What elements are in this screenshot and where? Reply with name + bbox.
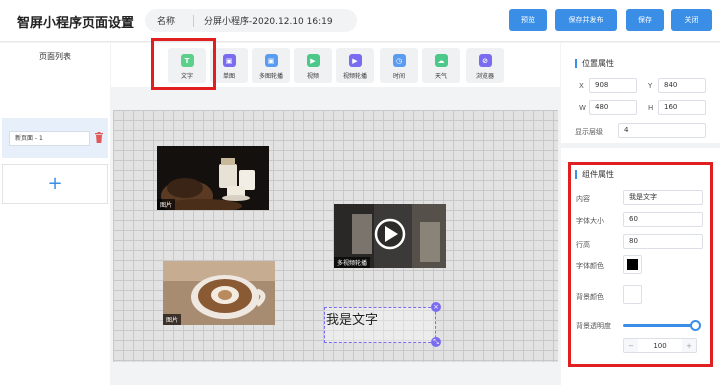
h-label: H xyxy=(648,104,654,112)
page-list-panel: 页面列表 新页面 - 1 + xyxy=(0,43,110,385)
y-label: Y xyxy=(648,82,653,90)
name-divider xyxy=(193,14,194,27)
top-bar: 智屏小程序页面设置 名称 分屏小程序-2020.12.10 16:19 预览 保… xyxy=(0,0,720,42)
video-carousel-icon: ▶ xyxy=(348,54,362,67)
tool-time[interactable]: ◷ 时间 xyxy=(380,48,418,83)
tool-video[interactable]: ▶ 视频 xyxy=(294,48,332,83)
highlight-box-toolbar xyxy=(151,38,216,90)
clock-icon: ◷ xyxy=(392,54,406,67)
image-tag: 图片 xyxy=(163,314,182,325)
x-label: X xyxy=(579,82,584,90)
image-widget[interactable]: 图片 xyxy=(163,261,275,325)
page-list-item[interactable]: 新页面 - 1 xyxy=(2,118,108,158)
save-button[interactable]: 保存 xyxy=(626,9,664,31)
add-page-button[interactable]: + xyxy=(2,164,108,204)
tool-browser[interactable]: ⊘ 浏览器 xyxy=(466,48,504,83)
add-icon: + xyxy=(47,173,63,194)
y-input[interactable]: 840 xyxy=(658,78,706,93)
weather-icon: ☁ xyxy=(434,54,448,67)
tool-label: 时间 xyxy=(392,73,405,80)
h-input[interactable]: 160 xyxy=(658,100,706,115)
x-input[interactable]: 908 xyxy=(589,78,637,93)
tool-video-carousel[interactable]: ▶ 视频轮播 xyxy=(336,48,374,83)
browser-icon: ⊘ xyxy=(478,54,492,67)
tool-label: 天气 xyxy=(434,73,447,80)
layer-label: 显示层级 xyxy=(575,128,603,136)
tool-label: 视频 xyxy=(306,73,319,80)
image-icon: ▣ xyxy=(222,54,236,67)
canvas-area: 图片 图片 多视频轮播 我是文字 × ⤡ xyxy=(111,108,560,363)
page-list-title: 页面列表 xyxy=(39,52,71,61)
name-label: 名称 xyxy=(157,17,176,27)
carousel-icon: ▣ xyxy=(264,54,278,67)
tool-label: 浏览器 xyxy=(475,73,494,80)
resize-handle-icon[interactable]: ⤡ xyxy=(431,337,441,347)
tool-label: 视频轮播 xyxy=(342,73,367,80)
video-icon: ▶ xyxy=(306,54,320,67)
section-divider xyxy=(561,143,720,148)
highlight-box-properties xyxy=(568,162,713,367)
video-carousel-widget[interactable]: 多视频轮播 xyxy=(334,204,446,268)
layer-input[interactable]: 4 xyxy=(618,123,706,138)
tool-label: 单图 xyxy=(222,73,235,80)
tool-weather[interactable]: ☁ 天气 xyxy=(422,48,460,83)
save-publish-button[interactable]: 保存并发布 xyxy=(555,9,617,31)
position-section-title: 位置属性 xyxy=(575,59,614,68)
name-input[interactable]: 分屏小程序-2020.12.10 16:19 xyxy=(204,14,333,27)
close-button[interactable]: 关闭 xyxy=(671,9,712,31)
text-widget-content: 我是文字 xyxy=(326,313,379,328)
video-tag: 多视频轮播 xyxy=(334,257,371,268)
preview-button[interactable]: 预览 xyxy=(509,9,547,31)
name-field[interactable]: 名称 分屏小程序-2020.12.10 16:19 xyxy=(145,9,357,32)
image-widget[interactable]: 图片 xyxy=(157,146,269,210)
page-name-input[interactable]: 新页面 - 1 xyxy=(9,131,90,146)
image-tag: 图片 xyxy=(157,199,176,210)
w-label: W xyxy=(579,104,586,112)
design-canvas[interactable]: 图片 图片 多视频轮播 我是文字 × ⤡ xyxy=(113,110,558,362)
tool-label: 多图轮播 xyxy=(258,73,283,80)
text-widget[interactable]: 我是文字 × ⤡ xyxy=(324,302,441,347)
close-icon[interactable]: × xyxy=(431,302,441,312)
tool-carousel[interactable]: ▣ 多图轮播 xyxy=(252,48,290,83)
page-title: 智屏小程序页面设置 xyxy=(17,16,135,31)
trash-icon[interactable] xyxy=(95,132,103,143)
w-input[interactable]: 480 xyxy=(589,100,637,115)
